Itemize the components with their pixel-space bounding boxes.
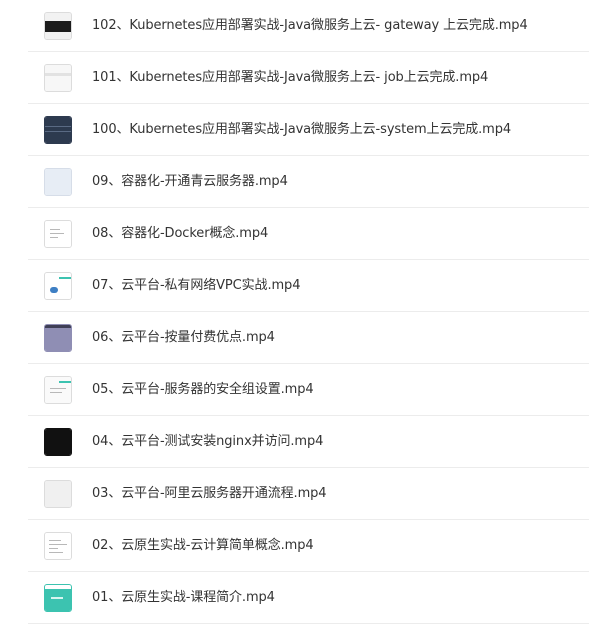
file-row[interactable]: 09、容器化-开通青云服务器.mp4 (0, 156, 589, 208)
file-name: 101、Kubernetes应用部署实战-Java微服务上云- job上云完成.… (92, 70, 489, 85)
video-thumbnail-icon (44, 428, 72, 456)
file-name: 07、云平台-私有网络VPC实战.mp4 (92, 278, 301, 293)
video-thumbnail-icon (44, 376, 72, 404)
file-row[interactable]: 102、Kubernetes应用部署实战-Java微服务上云- gateway … (0, 0, 589, 52)
file-name: 02、云原生实战-云计算简单概念.mp4 (92, 538, 314, 553)
file-row[interactable]: 01、云原生实战-课程简介.mp4 (0, 572, 589, 624)
file-name: 01、云原生实战-课程简介.mp4 (92, 590, 275, 605)
file-list: 102、Kubernetes应用部署实战-Java微服务上云- gateway … (0, 0, 589, 624)
file-name: 03、云平台-阿里云服务器开通流程.mp4 (92, 486, 327, 501)
file-row[interactable]: 06、云平台-按量付费优点.mp4 (0, 312, 589, 364)
file-name: 08、容器化-Docker概念.mp4 (92, 226, 269, 241)
video-thumbnail-icon (44, 480, 72, 508)
video-thumbnail-icon (44, 12, 72, 40)
file-name: 06、云平台-按量付费优点.mp4 (92, 330, 275, 345)
file-name: 09、容器化-开通青云服务器.mp4 (92, 174, 288, 189)
file-row[interactable]: 100、Kubernetes应用部署实战-Java微服务上云-system上云完… (0, 104, 589, 156)
file-row[interactable]: 04、云平台-测试安装nginx并访问.mp4 (0, 416, 589, 468)
file-row[interactable]: 05、云平台-服务器的安全组设置.mp4 (0, 364, 589, 416)
video-thumbnail-icon (44, 220, 72, 248)
file-row[interactable]: 08、容器化-Docker概念.mp4 (0, 208, 589, 260)
file-name: 100、Kubernetes应用部署实战-Java微服务上云-system上云完… (92, 122, 512, 137)
file-name: 04、云平台-测试安装nginx并访问.mp4 (92, 434, 324, 449)
video-thumbnail-icon (44, 168, 72, 196)
video-thumbnail-icon (44, 532, 72, 560)
video-thumbnail-icon (44, 324, 72, 352)
file-name: 102、Kubernetes应用部署实战-Java微服务上云- gateway … (92, 18, 528, 33)
video-thumbnail-icon (44, 64, 72, 92)
video-thumbnail-icon (44, 272, 72, 300)
file-row[interactable]: 02、云原生实战-云计算简单概念.mp4 (0, 520, 589, 572)
file-row[interactable]: 03、云平台-阿里云服务器开通流程.mp4 (0, 468, 589, 520)
file-row[interactable]: 07、云平台-私有网络VPC实战.mp4 (0, 260, 589, 312)
video-thumbnail-icon (44, 584, 72, 612)
file-row[interactable]: 101、Kubernetes应用部署实战-Java微服务上云- job上云完成.… (0, 52, 589, 104)
video-thumbnail-icon (44, 116, 72, 144)
file-name: 05、云平台-服务器的安全组设置.mp4 (92, 382, 314, 397)
